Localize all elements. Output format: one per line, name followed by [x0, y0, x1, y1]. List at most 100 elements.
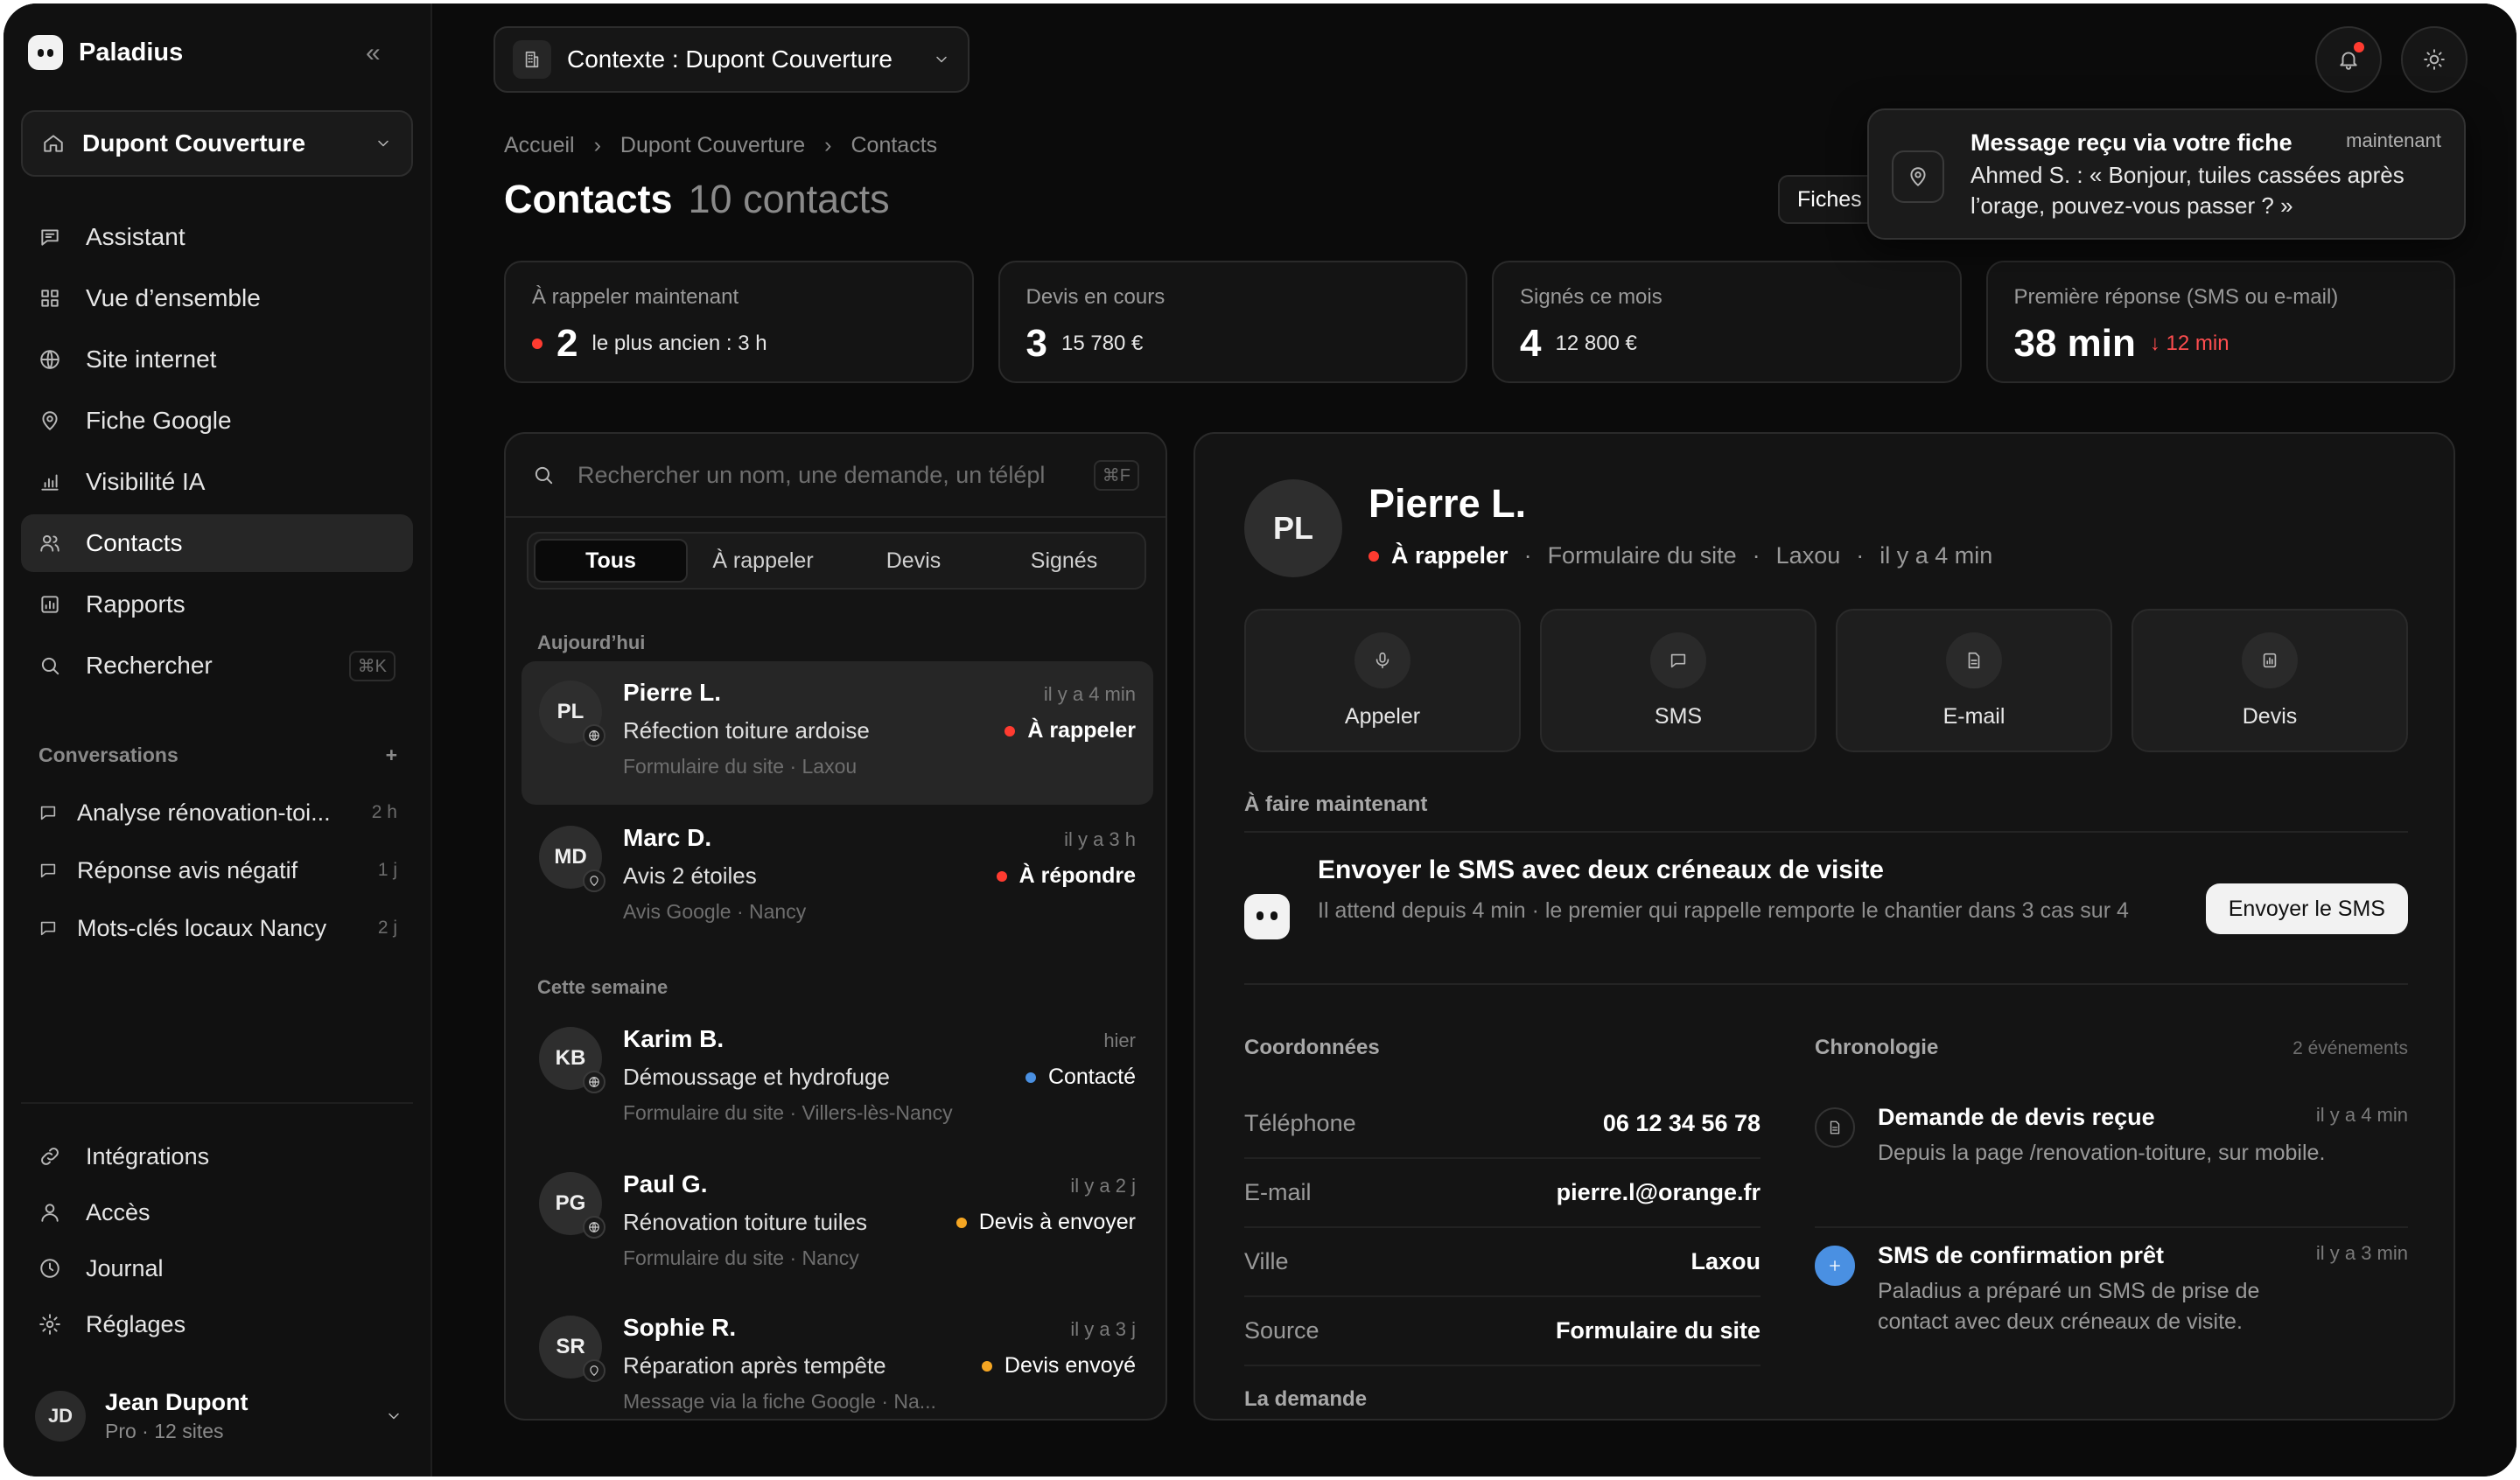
tab-to-call[interactable]: À rappeler	[688, 539, 838, 583]
conversation-time: 2 j	[377, 918, 397, 938]
contact-detail-panel: PL Pierre L. À rappeler · Formulaire du …	[1194, 432, 2455, 1421]
nav-item-overview[interactable]: Vue d’ensemble	[21, 269, 413, 327]
conversation-item[interactable]: Analyse rénovation-toi... 2 h	[38, 784, 397, 841]
coord-key: Source	[1244, 1317, 1320, 1344]
notifications-button[interactable]	[2315, 26, 2382, 93]
stat-card-signed[interactable]: Signés ce mois 4 12 800 €	[1492, 261, 1962, 383]
globe-icon	[583, 1216, 606, 1239]
coord-key: Ville	[1244, 1248, 1289, 1274]
meta-separator: ·	[1523, 542, 1532, 569]
page-header: Contacts 10 contacts	[504, 177, 890, 222]
nav-item-website[interactable]: Site internet	[21, 331, 413, 388]
notification-toast[interactable]: Message reçu via votre fiche maintenant A…	[1867, 108, 2466, 240]
nav-item-contacts[interactable]: Contacts	[21, 514, 413, 572]
breadcrumb-separator: ›	[824, 133, 832, 157]
conversation-item[interactable]: Mots-clés locaux Nancy 2 j	[38, 899, 397, 957]
phone-value[interactable]: 06 12 34 56 78	[1603, 1110, 1760, 1137]
secondary-nav: Intégrations Accès Journal Réglages	[21, 1128, 413, 1352]
tab-quotes[interactable]: Devis	[838, 539, 989, 583]
nav-item-reports[interactable]: Rapports	[21, 576, 413, 633]
contact-row[interactable]: MD Marc D. il y a 3 h Avis 2 étoiles À rép…	[522, 806, 1153, 950]
brand[interactable]: Paladius	[28, 35, 183, 70]
call-button[interactable]: Appeler	[1244, 609, 1521, 752]
nav-label: Rapports	[86, 590, 186, 618]
fiches-button[interactable]: Fiches	[1778, 175, 1881, 224]
stat-value-row: 38 min ↓ 12 min	[2014, 322, 2428, 366]
nav-label: Intégrations	[86, 1142, 210, 1169]
breadcrumb-site[interactable]: Dupont Couverture	[620, 133, 805, 158]
stat-card-quotes[interactable]: Devis en cours 3 15 780 €	[998, 261, 1467, 383]
message-icon	[1650, 632, 1706, 688]
conversation-item[interactable]: Réponse avis négatif 1 j	[38, 841, 397, 899]
nav-item-integrations[interactable]: Intégrations	[21, 1128, 413, 1184]
stat-delta: ↓ 12 min	[2149, 332, 2230, 355]
toast-time: maintenant	[2346, 129, 2441, 151]
add-conversation-icon[interactable]: +	[386, 743, 397, 767]
contact-row[interactable]: PG Paul G. il y a 2 j Rénovation toiture …	[522, 1153, 1153, 1296]
context-selector[interactable]: Contexte : Dupont Couverture	[494, 26, 970, 93]
contact-search[interactable]: Rechercher un nom, une demande, un télép…	[506, 434, 1166, 518]
quote-button[interactable]: Devis	[2132, 609, 2408, 752]
group-header-week: Cette semaine	[537, 976, 668, 998]
nav-item-journal[interactable]: Journal	[21, 1240, 413, 1296]
sun-icon	[2423, 48, 2446, 71]
nav-item-assistant[interactable]: Assistant	[21, 208, 413, 266]
search-shortcut: ⌘F	[1093, 459, 1139, 491]
sms-button[interactable]: SMS	[1540, 609, 1816, 752]
user-info: Jean Dupont Pro · 12 sites	[105, 1389, 366, 1443]
nav-item-settings[interactable]: Réglages	[21, 1296, 413, 1352]
app-name: Paladius	[79, 38, 184, 66]
breadcrumb-home[interactable]: Accueil	[504, 133, 575, 158]
conversations-header: Conversations +	[38, 743, 397, 767]
nav-label: Vue d’ensemble	[86, 284, 261, 311]
status-badge: Devis à envoyer	[956, 1210, 1136, 1235]
search-input[interactable]: Rechercher un nom, une demande, un télép…	[578, 462, 1071, 489]
event-time: il y a 4 min	[2315, 1104, 2408, 1126]
action-label: Devis	[2242, 703, 2298, 729]
status-dot	[532, 339, 542, 349]
collapse-sidebar-icon[interactable]: «	[366, 38, 381, 68]
stat-value: 4	[1520, 322, 1542, 365]
avatar-initials: KB	[555, 1046, 586, 1070]
toast-body: Ahmed S. : « Bonjour, tuiles cassées apr…	[1970, 162, 2404, 219]
contact-source: Formulaire du site · Nancy	[623, 1246, 859, 1269]
contact-row[interactable]: KB Karim B. hier Démoussage et hydrofuge C…	[522, 1008, 1153, 1151]
nav-label: Site internet	[86, 346, 217, 373]
site-selector[interactable]: Dupont Couverture	[21, 110, 413, 177]
tab-signed[interactable]: Signés	[989, 539, 1139, 583]
building-icon	[513, 40, 551, 79]
coordinates-section: Coordonnées Téléphone 06 12 34 56 78 E-ma…	[1244, 1036, 1760, 1366]
stat-value-row: 4 12 800 €	[1520, 322, 1934, 366]
timeline-event: Demande de devis reçue il y a 4 min Depui…	[1815, 1090, 2408, 1228]
contact-row[interactable]: SR Sophie R. il y a 3 j Réparation après …	[522, 1296, 1153, 1419]
avatar-initials: PG	[555, 1191, 586, 1215]
status-dot	[1368, 550, 1379, 562]
document-icon	[1815, 1107, 1855, 1148]
nav-item-search[interactable]: Rechercher ⌘K	[21, 637, 413, 695]
stat-value-row: 2 le plus ancien : 3 h	[532, 322, 946, 366]
nav-item-ai-visibility[interactable]: Visibilité IA	[21, 453, 413, 511]
status-dot	[1004, 725, 1016, 737]
chat-bubble-icon	[38, 803, 58, 822]
contact-row[interactable]: PL Pierre L. il y a 4 min Réfection toitu…	[522, 661, 1153, 805]
clock-icon	[38, 1257, 61, 1280]
detail-meta: À rappeler · Formulaire du site · Laxou …	[1368, 542, 1992, 569]
theme-toggle-button[interactable]	[2401, 26, 2468, 93]
tab-all[interactable]: Tous	[534, 539, 688, 583]
stat-card-first-response[interactable]: Première réponse (SMS ou e-mail) 38 min …	[1985, 261, 2455, 383]
nav-item-google-profile[interactable]: Fiche Google	[21, 392, 413, 450]
email-button[interactable]: E-mail	[1836, 609, 2112, 752]
email-value[interactable]: pierre.l@orange.fr	[1557, 1179, 1760, 1206]
nav-item-access[interactable]: Accès	[21, 1184, 413, 1240]
stat-card-callback[interactable]: À rappeler maintenant 2 le plus ancien :…	[504, 261, 974, 383]
avatar: KB	[539, 1027, 606, 1093]
contact-demand: Réfection toiture ardoise	[623, 717, 870, 743]
status-dot	[1025, 1072, 1036, 1083]
detail-time: il y a 4 min	[1880, 542, 1993, 569]
meta-separator: ·	[1752, 542, 1760, 569]
coord-key: Téléphone	[1244, 1110, 1356, 1136]
send-sms-button[interactable]: Envoyer le SMS	[2205, 883, 2408, 934]
user-menu[interactable]: JD Jean Dupont Pro · 12 sites	[35, 1389, 402, 1443]
globe-icon	[583, 1071, 606, 1093]
document-icon	[1946, 632, 2002, 688]
